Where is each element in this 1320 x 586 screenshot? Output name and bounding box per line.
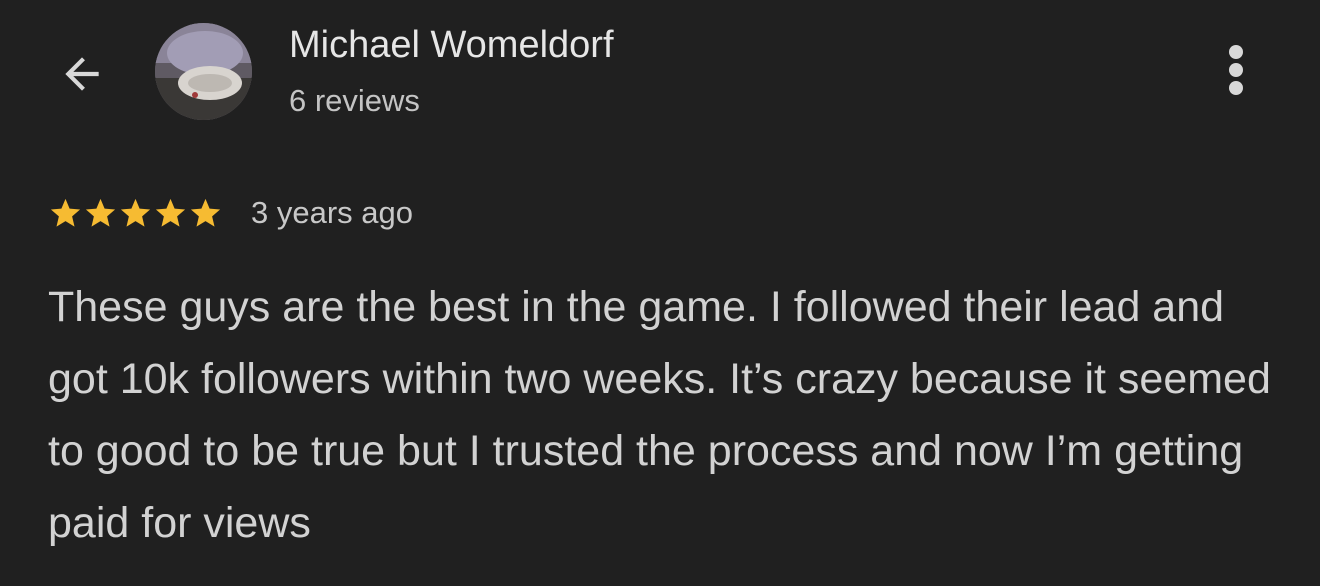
arrow-back-icon: [65, 57, 99, 91]
more-options-button[interactable]: [1208, 38, 1264, 102]
avatar[interactable]: [155, 23, 252, 120]
star-icon: [190, 198, 221, 227]
reviewer-name[interactable]: Michael Womeldorf: [289, 22, 614, 68]
review-count[interactable]: 6 reviews: [289, 81, 420, 121]
rating-row: 3 years ago: [48, 190, 413, 236]
star-icon: [120, 198, 151, 227]
star-icon: [155, 198, 186, 227]
star-rating: [48, 196, 223, 231]
star-icon: [85, 198, 116, 227]
back-button[interactable]: [50, 42, 114, 106]
avatar-image: [155, 23, 252, 120]
review-time: 3 years ago: [251, 195, 413, 230]
review-text: These guys are the best in the game. I f…: [48, 283, 1271, 547]
star-icon: [50, 198, 81, 227]
more-vert-icon: [1229, 45, 1243, 95]
reviewer-header: Michael Womeldorf 6 reviews: [0, 0, 1320, 150]
